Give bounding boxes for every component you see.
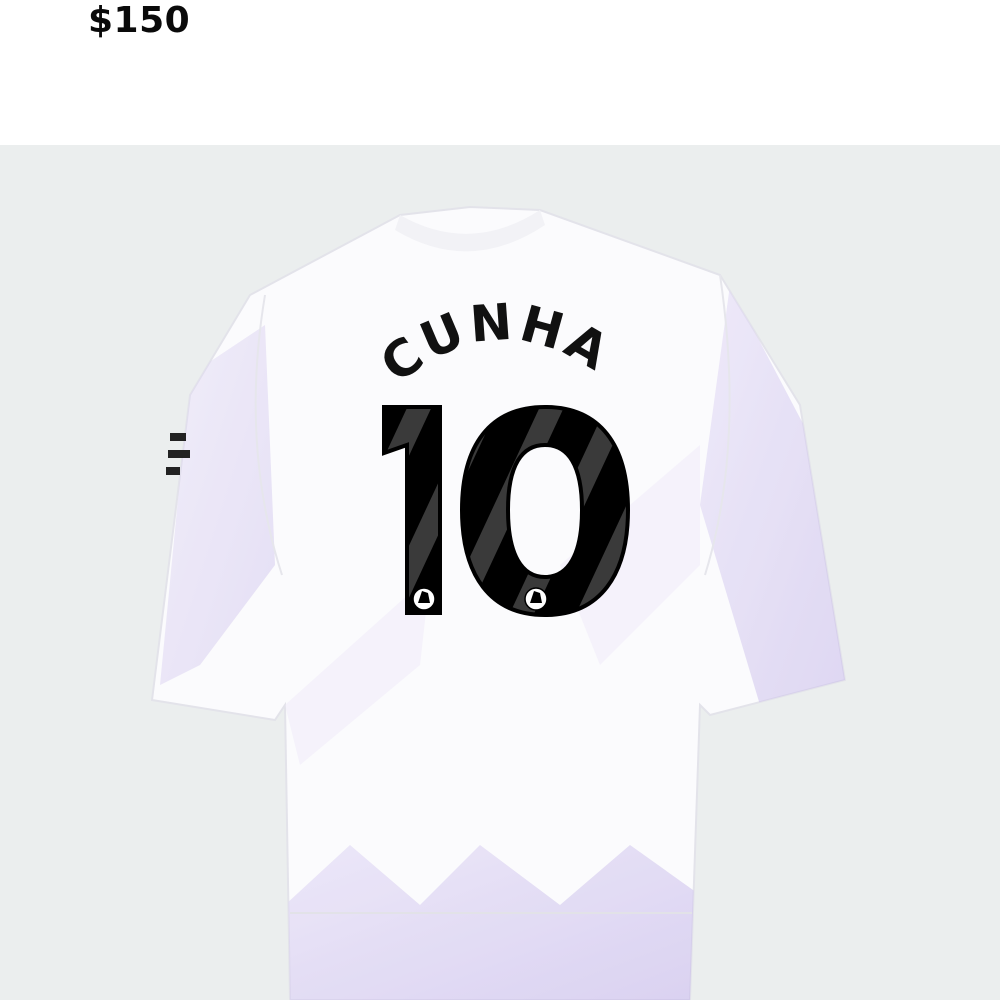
jersey-illustration: CUNHA (150, 205, 847, 1000)
product-image[interactable]: CUNHA (0, 145, 1000, 1000)
jersey-number (382, 404, 631, 618)
league-logo-icon (412, 587, 436, 611)
league-logo-icon (524, 587, 548, 611)
product-price: $150 (88, 0, 191, 41)
